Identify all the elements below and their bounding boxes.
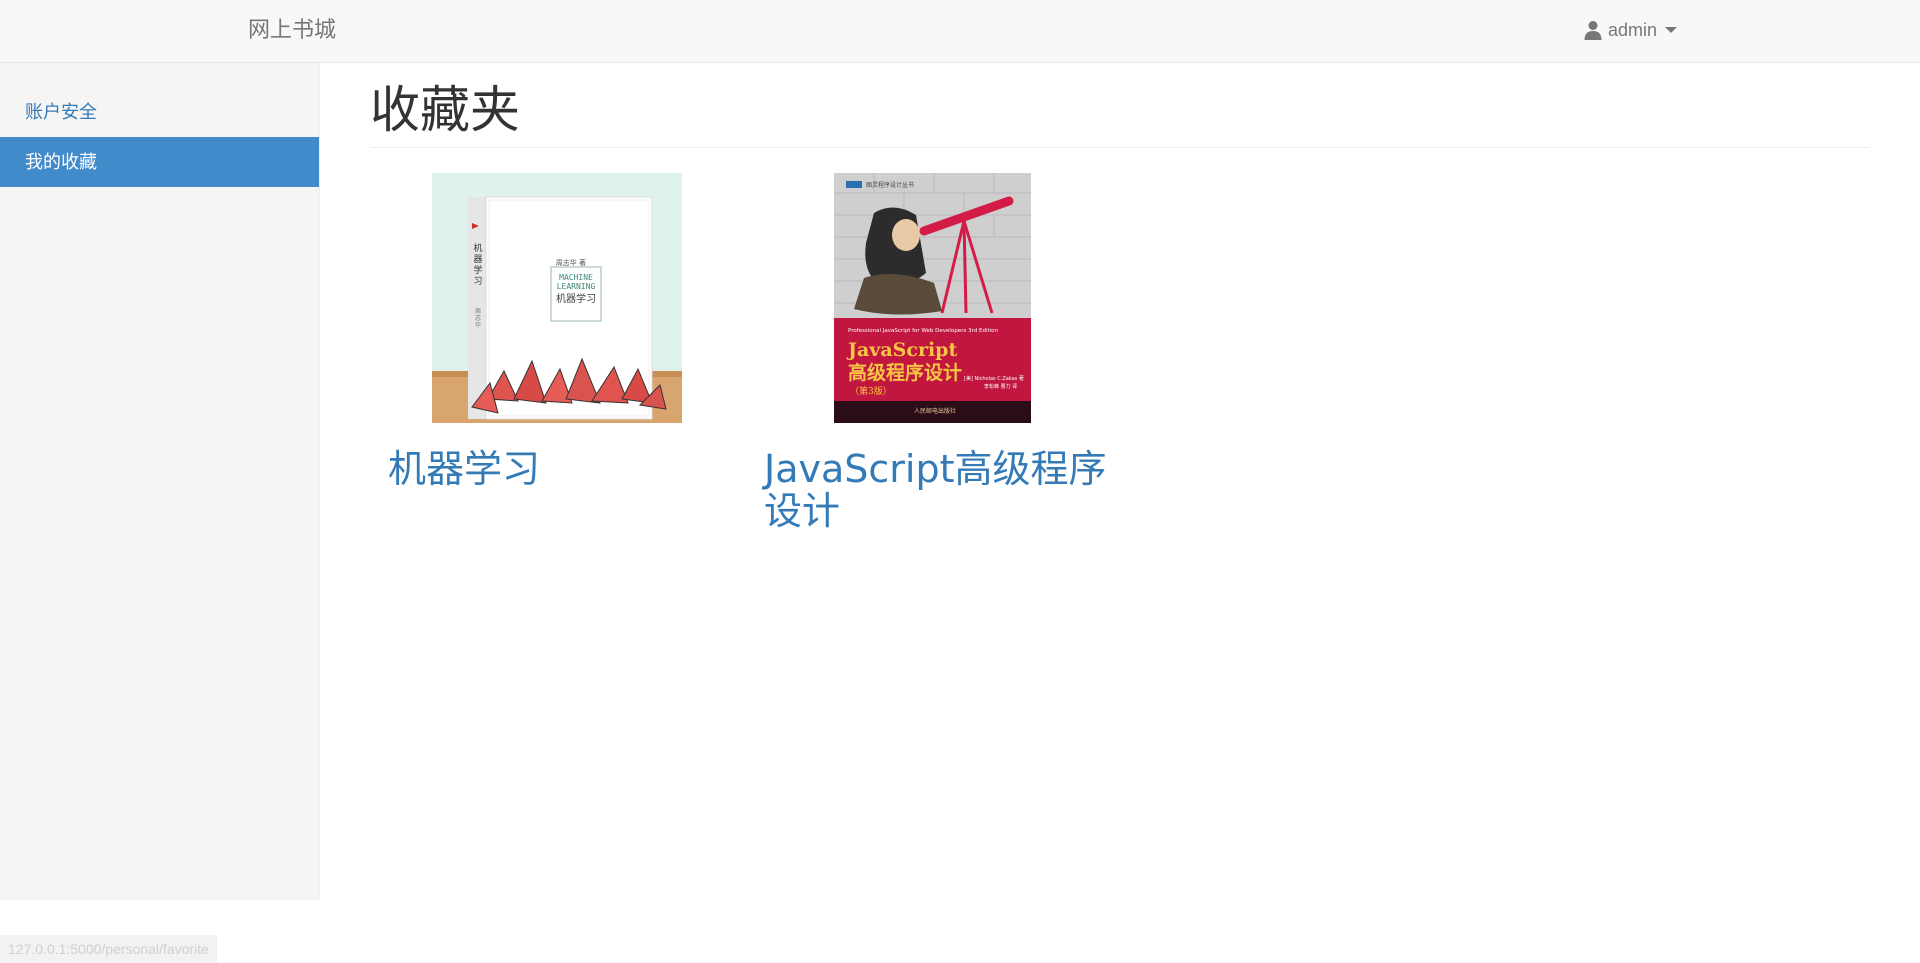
svg-text:MACHINE: MACHINE <box>559 273 593 282</box>
main-content: 收藏夹 机器学习 周志华 周志华 著 MACHINE LEARNING 机器学习… <box>370 63 1870 900</box>
cover-title-cn: 高级程序设计 <box>848 361 962 384</box>
user-name: admin <box>1608 19 1658 40</box>
book-cover-machine-learning[interactable]: 机器学习 周志华 周志华 著 MACHINE LEARNING 机器学习 <box>432 173 682 423</box>
user-icon <box>1584 21 1602 40</box>
cover-spine-title: 机器学习 <box>473 242 482 287</box>
sidebar-item-my-favorites[interactable]: 我的收藏 <box>0 137 319 187</box>
user-dropdown-toggle[interactable]: admin <box>1584 16 1678 44</box>
cover-title-en: JavaScript <box>846 339 957 361</box>
sidebar: 账户安全 我的收藏 127.0.0.1:5000/personal/favori… <box>0 63 320 963</box>
cover-series: 图灵程序设计丛书 <box>866 181 914 189</box>
cover-publisher: 人民邮电出版社 <box>914 407 956 415</box>
top-navbar: 网上书城 admin <box>0 0 1920 63</box>
book-cover-image: 机器学习 周志华 周志华 著 MACHINE LEARNING 机器学习 <box>432 173 682 423</box>
page-title: 收藏夹 <box>370 81 520 139</box>
brand-link[interactable]: 网上书城 <box>248 14 336 46</box>
cover-author: [美] Nicholas C.Zakas 著 <box>964 375 1024 382</box>
sidebar-item-account-security[interactable]: 账户安全 <box>0 87 319 137</box>
cover-title-cn: 机器学习 <box>556 292 596 305</box>
book-cover-javascript[interactable]: 图灵程序设计丛书 Professional JavaScript for Web… <box>834 173 1031 423</box>
book-title-link[interactable]: 机器学习 <box>388 448 738 490</box>
page-header: 收藏夹 <box>370 80 1870 148</box>
cover-edition: （第3版） <box>850 385 892 397</box>
svg-text:LEARNING: LEARNING <box>557 282 596 291</box>
caret-down-icon <box>1665 27 1678 33</box>
favorite-book-card: 机器学习 周志华 周志华 著 MACHINE LEARNING 机器学习 机器学… <box>370 173 740 593</box>
cover-author: 周志华 著 <box>556 258 586 267</box>
favorite-book-card: 图灵程序设计丛书 Professional JavaScript for Web… <box>764 173 1134 593</box>
book-title-link[interactable]: JavaScript高级程序设计 <box>764 448 1124 532</box>
book-cover-image: 图灵程序设计丛书 Professional JavaScript for Web… <box>834 173 1031 423</box>
sidebar-nav: 账户安全 我的收藏 <box>0 87 319 187</box>
status-bar-url: 127.0.0.1:5000/personal/favorite <box>0 935 217 963</box>
cover-subtitle-en: Professional JavaScript for Web Develope… <box>848 328 999 334</box>
svg-text:周志华: 周志华 <box>475 308 481 329</box>
cover-translator: 李松峰 曹力 译 <box>984 383 1017 390</box>
